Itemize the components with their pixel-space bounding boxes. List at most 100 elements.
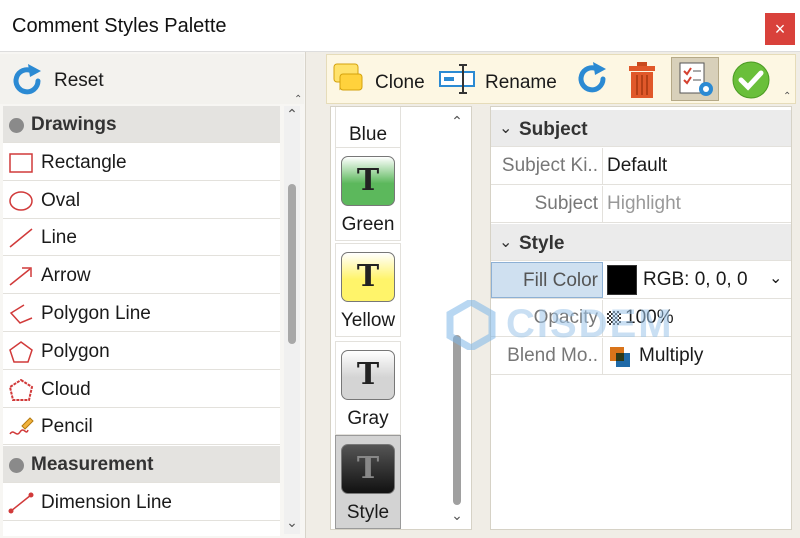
style-label: Gray [347, 408, 389, 429]
cloud-icon [8, 378, 34, 401]
arrow-icon [8, 265, 34, 287]
subject-kind-name: Subject Ki.. [491, 148, 603, 184]
rename-button[interactable]: Rename [439, 57, 561, 101]
subject-kind-value[interactable]: Default [607, 148, 667, 184]
delete-button[interactable] [625, 57, 659, 101]
chevron-down-icon: ⌄ [499, 120, 513, 137]
tool-list-item[interactable]: Polygon Line [3, 295, 280, 332]
window-title: Comment Styles Palette [12, 15, 227, 37]
line-icon [8, 227, 34, 249]
refresh-icon [8, 62, 46, 105]
tool-group-header[interactable]: Measurement [3, 446, 280, 484]
pin-icon[interactable]: ⌃ [294, 94, 302, 105]
drawing-tools-panel: Reset ⌃ Drawings Rectangle Oval Line Arrow Po… [0, 52, 306, 538]
subject-section-header[interactable]: ⌄ Subject [491, 110, 791, 147]
subject-value[interactable]: Highlight [607, 186, 681, 222]
tool-label: Measurement [31, 454, 154, 476]
style-preview-tile: T [341, 156, 395, 206]
comment-styles-palette-window: Comment Styles Palette × Reset ⌃ Drawing… [0, 0, 800, 538]
watermark-text: CISDEM [506, 302, 674, 346]
style-item[interactable]: Blue [335, 107, 401, 151]
scroll-down-icon[interactable]: ⌄ [284, 514, 300, 531]
subject-header: Subject [519, 119, 588, 140]
clone-icon [332, 61, 364, 102]
fill-color-value: RGB: 0, 0, 0 [643, 269, 748, 290]
close-button[interactable]: × [765, 13, 795, 45]
tool-list-item[interactable]: Arrow [3, 257, 280, 295]
tool-label: Arrow [41, 265, 91, 287]
tool-list-item[interactable]: Oval [3, 181, 280, 219]
tool-list-item[interactable]: Rectangle [3, 143, 280, 181]
tool-label: Line [41, 227, 77, 249]
tool-label: Polygon [41, 340, 110, 362]
polygon-line-icon [8, 303, 34, 325]
tool-group-header[interactable]: Drawings [3, 106, 280, 143]
reset-label: Reset [54, 70, 104, 91]
trash-icon [627, 61, 657, 104]
tool-list-item[interactable]: Dimension Line [3, 484, 280, 521]
rectangle-icon [8, 152, 34, 174]
oval-icon [8, 190, 34, 212]
style-item[interactable]: T Gray [335, 341, 401, 435]
tool-label: Oval [41, 189, 81, 211]
group-dot-icon [9, 118, 24, 133]
tool-label: Dimension Line [41, 492, 172, 513]
tool-list-item[interactable]: Pencil [3, 408, 280, 446]
dimension-line-icon [8, 492, 34, 514]
scroll-up-icon[interactable]: ⌃ [284, 106, 300, 123]
tool-list-scrollbar[interactable]: ⌃ ⌄ [284, 106, 300, 534]
style-label: Style [346, 502, 390, 523]
style-preview-tile: T [341, 444, 395, 494]
tool-label: Rectangle [41, 151, 127, 173]
style-preview-tile: T [341, 252, 395, 302]
rename-icon [439, 63, 477, 100]
settings-button[interactable] [671, 57, 719, 101]
clone-label: Clone [375, 72, 425, 93]
scroll-thumb[interactable] [288, 184, 296, 344]
style-item[interactable]: T Green [335, 147, 401, 241]
fill-color-row[interactable]: Fill Color RGB: 0, 0, 0 ⌄ [491, 262, 791, 299]
subject-row[interactable]: Subject Highlight [491, 186, 791, 223]
reset-button[interactable]: Reset [0, 54, 304, 104]
pencil-icon [8, 416, 34, 438]
ok-button[interactable] [729, 57, 773, 101]
style-item[interactable]: T Yellow [335, 243, 401, 337]
polygon-icon [8, 340, 34, 363]
styles-toolbar: Clone Rename ⌃ [326, 54, 796, 104]
tool-list-item[interactable]: Line [3, 219, 280, 257]
fill-color-name: Fill Color [491, 262, 603, 298]
checkmark-icon [731, 60, 771, 105]
title-bar: Comment Styles Palette × [0, 0, 800, 52]
tool-list: Drawings Rectangle Oval Line Arrow Polygon Li… [3, 106, 280, 536]
refresh-button[interactable] [571, 57, 613, 101]
subject-kind-row[interactable]: Subject Ki.. Default [491, 148, 791, 185]
style-header: Style [519, 233, 565, 254]
fill-color-swatch[interactable] [607, 265, 637, 295]
tool-label: Cloud [41, 378, 91, 400]
blend-mode-icon [609, 346, 631, 373]
group-dot-icon [9, 458, 24, 474]
subject-name: Subject [491, 186, 603, 222]
scroll-down-icon[interactable]: ⌄ [449, 507, 465, 524]
style-label: Green [341, 214, 395, 235]
scroll-up-icon[interactable]: ⌃ [449, 113, 465, 130]
tool-label: Polygon Line [41, 303, 151, 324]
tool-label: Drawings [31, 114, 117, 135]
dropdown-chevron-icon[interactable]: ⌄ [769, 268, 782, 288]
clone-button[interactable]: Clone [329, 57, 435, 101]
checklist-settings-icon [678, 61, 716, 104]
pin-icon[interactable]: ⌃ [783, 91, 791, 102]
watermark-logo-icon [446, 300, 496, 350]
style-label: Yellow [340, 310, 396, 331]
style-section-header[interactable]: ⌄ Style [491, 224, 791, 261]
refresh-icon [573, 60, 611, 103]
tool-list-item[interactable]: Cloud [3, 370, 280, 408]
tool-list-item[interactable]: Polygon [3, 332, 280, 370]
style-label: Blue [348, 124, 388, 145]
style-item[interactable]: T Style [335, 435, 401, 529]
style-preview-tile: T [341, 350, 395, 400]
tool-label: Pencil [41, 416, 93, 438]
scroll-thumb[interactable] [453, 335, 461, 505]
chevron-down-icon: ⌄ [499, 234, 513, 251]
rename-label: Rename [485, 72, 557, 93]
